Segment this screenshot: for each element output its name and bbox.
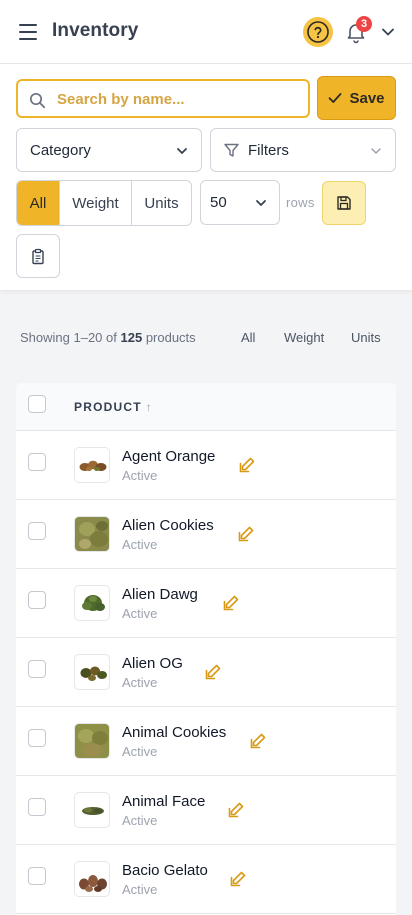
- summary-tab-units[interactable]: Units: [351, 330, 381, 345]
- row-checkbox[interactable]: [28, 729, 46, 747]
- product-name[interactable]: Animal Face: [122, 793, 205, 810]
- chevron-down-icon: [371, 148, 381, 154]
- toggle-weight[interactable]: Weight: [60, 181, 132, 225]
- table-row[interactable]: Agent Orange Active: [16, 431, 396, 500]
- category-select-label: Category: [30, 142, 91, 159]
- edit-icon[interactable]: [238, 456, 256, 474]
- product-image: [82, 595, 105, 611]
- product-name[interactable]: Animal Cookies: [122, 724, 226, 741]
- search-input[interactable]: [57, 88, 297, 110]
- rows-per-page-select[interactable]: 50: [200, 180, 280, 225]
- table-row[interactable]: Bacio Gelato Active: [16, 845, 396, 914]
- table-row[interactable]: Animal Face Active: [16, 776, 396, 845]
- summary-suffix: products: [145, 330, 196, 345]
- chevron-down-icon: [382, 28, 394, 36]
- product-image: [75, 517, 109, 551]
- product-thumbnail: [74, 861, 110, 897]
- product-image: [75, 724, 109, 758]
- row-checkbox[interactable]: [28, 522, 46, 540]
- check-icon: [329, 93, 342, 103]
- row-checkbox[interactable]: [28, 798, 46, 816]
- summary-prefix: Showing 1–20 of: [20, 330, 117, 345]
- product-name[interactable]: Bacio Gelato: [122, 862, 208, 879]
- product-name[interactable]: Alien Dawg: [122, 586, 198, 603]
- product-image: [80, 666, 107, 681]
- product-thumbnail: [74, 516, 110, 552]
- product-table: PRODUCT ↑ Agent Orange Active Alien Cooki…: [16, 383, 396, 915]
- rows-label: rows: [286, 195, 315, 210]
- page-title: Inventory: [52, 20, 139, 41]
- row-checkbox[interactable]: [28, 660, 46, 678]
- product-status: Active: [122, 744, 158, 759]
- row-checkbox[interactable]: [28, 453, 46, 471]
- product-thumbnail: [74, 792, 110, 828]
- type-toggle: All Weight Units: [16, 180, 192, 226]
- product-column-header[interactable]: PRODUCT ↑: [74, 400, 152, 414]
- product-status: Active: [122, 675, 158, 690]
- sort-ascending-icon: ↑: [145, 400, 152, 414]
- category-select[interactable]: Category: [16, 128, 202, 172]
- clipboard-icon: [32, 248, 44, 264]
- rows-per-page-value: 50: [210, 194, 227, 211]
- hamburger-menu-icon[interactable]: [19, 24, 37, 40]
- chevron-down-icon: [256, 200, 266, 206]
- product-image: [79, 875, 107, 892]
- help-button[interactable]: [303, 17, 333, 47]
- save-view-button[interactable]: [322, 181, 366, 225]
- edit-icon[interactable]: [204, 663, 222, 681]
- product-image: [82, 807, 104, 815]
- table-row[interactable]: Animal Cookies Active: [16, 707, 396, 776]
- top-bar: Inventory 3: [0, 0, 412, 64]
- search-box: [16, 79, 310, 118]
- product-image: [79, 460, 107, 471]
- table-header: PRODUCT ↑: [16, 383, 396, 431]
- chevron-down-icon: [177, 148, 187, 154]
- product-name[interactable]: Alien OG: [122, 655, 183, 672]
- product-status: Active: [122, 606, 158, 621]
- search-icon: [29, 92, 46, 109]
- clipboard-button[interactable]: [16, 234, 60, 278]
- question-circle-icon: [307, 21, 329, 43]
- product-status: Active: [122, 882, 158, 897]
- toggle-units[interactable]: Units: [132, 181, 191, 225]
- product-column-label: PRODUCT: [74, 400, 142, 414]
- product-thumbnail: [74, 585, 110, 621]
- table-row[interactable]: Alien OG Active: [16, 638, 396, 707]
- product-status: Active: [122, 468, 158, 483]
- edit-icon[interactable]: [237, 525, 255, 543]
- filters-select[interactable]: Filters: [210, 128, 396, 172]
- table-row[interactable]: Alien Dawg Active: [16, 569, 396, 638]
- funnel-icon: [224, 143, 239, 157]
- summary-tab-all[interactable]: All: [241, 330, 255, 345]
- toggle-all[interactable]: All: [17, 181, 60, 225]
- save-button[interactable]: Save: [317, 76, 396, 120]
- results-summary: Showing 1–20 of 125 products: [20, 330, 196, 345]
- floppy-disk-icon: [337, 196, 351, 210]
- notification-count-badge: 3: [356, 16, 372, 32]
- row-checkbox[interactable]: [28, 867, 46, 885]
- product-thumbnail: [74, 723, 110, 759]
- controls-panel: Save Category Filters All Weight Units 5…: [0, 64, 412, 291]
- edit-icon[interactable]: [227, 801, 245, 819]
- product-status: Active: [122, 813, 158, 828]
- product-name[interactable]: Agent Orange: [122, 448, 215, 465]
- edit-icon[interactable]: [249, 732, 267, 750]
- edit-icon[interactable]: [222, 594, 240, 612]
- product-status: Active: [122, 537, 158, 552]
- product-name[interactable]: Alien Cookies: [122, 517, 214, 534]
- select-all-checkbox[interactable]: [28, 395, 46, 413]
- save-button-label: Save: [349, 89, 385, 107]
- table-row[interactable]: Alien Cookies Active: [16, 500, 396, 569]
- row-checkbox[interactable]: [28, 591, 46, 609]
- summary-total: 125: [120, 330, 143, 345]
- summary-tab-weight[interactable]: Weight: [284, 330, 324, 345]
- edit-icon[interactable]: [229, 870, 247, 888]
- account-menu-button[interactable]: [380, 25, 396, 39]
- product-thumbnail: [74, 654, 110, 690]
- product-thumbnail: [74, 447, 110, 483]
- filters-select-label: Filters: [248, 142, 289, 159]
